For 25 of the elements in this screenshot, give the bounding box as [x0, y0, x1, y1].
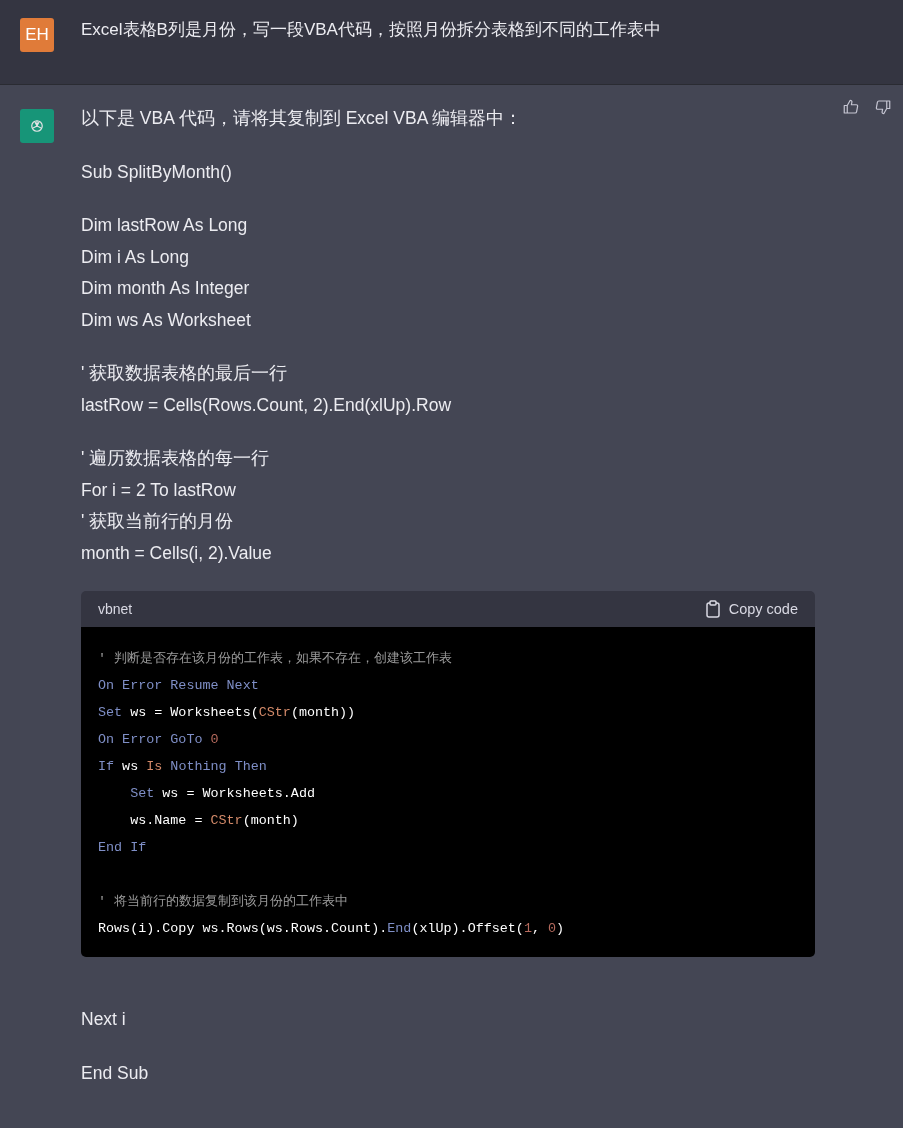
code-line: Set ws = Worksheets(CStr(month)) [98, 704, 357, 722]
thumbs-down-icon[interactable] [874, 98, 892, 116]
message-text: ' 遍历数据表格的每一行 For i = 2 To lastRow ' 获取当前行的月份 month = Cells(i, 2).Value [81, 447, 273, 565]
message-text: Sub SplitByMonth() [81, 160, 233, 184]
code-line: If ws Is Nothing Then [98, 758, 268, 776]
code-line: On Error Resume Next [98, 677, 260, 695]
user-avatar: EH [20, 18, 54, 52]
code-language: vbnet [98, 601, 133, 617]
code-line: Rows(i).Copy ws.Rows(ws.Rows.Count).End(xlUp).Offset(1, 0) [98, 920, 566, 938]
message-text: 以下是 VBA 代码，请将其复制到 Excel VBA 编辑器中： [81, 107, 524, 130]
thumbs-up-icon[interactable] [842, 98, 860, 116]
code-line: ws.Name = CStr(month) [129, 812, 300, 830]
code-line: ' 将当前行的数据复制到该月份的工作表中 [98, 893, 350, 911]
code-line: On Error GoTo 0 [98, 731, 220, 749]
message-text: End Sub [81, 1061, 150, 1085]
code-line: End If [98, 839, 148, 857]
message-text: Dim lastRow As Long Dim i As Long Dim month As Integer Dim ws As Worksheet [81, 214, 252, 332]
message-text: ' 获取数据表格的最后一行 lastRow = Cells(Rows.Count, 2).End(xlUp).Row [81, 362, 453, 417]
clipboard-icon [704, 600, 721, 618]
logo-icon [28, 117, 46, 135]
code-line: Set ws = Worksheets.Add [129, 785, 316, 803]
message-text: Next i [81, 1008, 127, 1031]
message-text: Excel表格B列是月份，写一段VBA代码，按照月份拆分表格到不同的工作表中 [81, 19, 661, 41]
code-line: ' 判断是否存在该月份的工作表，如果不存在，创建该工作表 [98, 650, 454, 668]
copy-code-button[interactable]: Copy code [704, 600, 798, 618]
